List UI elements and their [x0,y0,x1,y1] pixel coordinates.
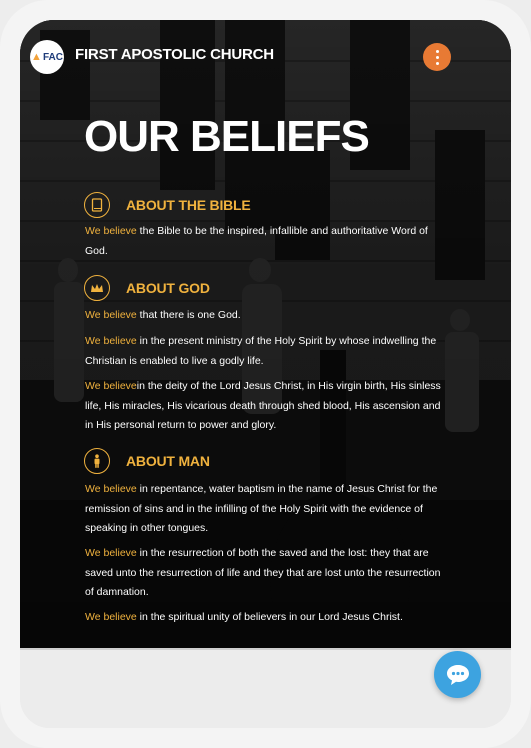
belief-paragraph: We believe in the resurrection of both t… [85,547,441,598]
belief-paragraph: We believe in the present ministry of th… [85,335,437,367]
section-heading-man: ABOUT MAN [84,448,210,474]
screen: ▲ FAC FIRST APOSTOLIC CHURCH OUR BELIEFS… [20,20,511,728]
device-frame: ▲ FAC FIRST APOSTOLIC CHURCH OUR BELIEFS… [0,0,531,748]
belief-paragraph: We believe in repentance, water baptism … [85,483,438,534]
section-title: ABOUT GOD [126,280,210,296]
logo-text: FAC [42,51,63,63]
belief-paragraph: We believein the deity of the Lord Jesus… [85,380,441,431]
church-logo[interactable]: ▲ FAC [30,40,64,74]
crown-icon [84,275,110,301]
belief-paragraph: We believe that there is one God. [85,309,241,321]
person-icon [84,448,110,474]
section-heading-god: ABOUT GOD [84,275,210,301]
hero-section: ▲ FAC FIRST APOSTOLIC CHURCH OUR BELIEFS… [20,20,511,648]
section-heading-bible: ABOUT THE BIBLE [84,192,251,218]
belief-paragraph: We believe in the spiritual unity of bel… [85,611,403,623]
page-title: OUR BELIEFS [84,112,370,161]
section-title: ABOUT MAN [126,453,210,469]
chat-button[interactable] [434,651,481,698]
kebab-menu-icon [435,49,439,53]
section-title: ABOUT THE BIBLE [126,197,251,213]
menu-button[interactable] [423,43,451,71]
belief-paragraph: We believe the Bible to be the inspired,… [85,225,428,257]
flame-icon: ▲ [31,51,42,63]
book-icon [84,192,110,218]
chat-bubble-icon [446,664,469,685]
site-title[interactable]: FIRST APOSTOLIC CHURCH [75,46,274,63]
site-header: ▲ FAC FIRST APOSTOLIC CHURCH [20,20,511,92]
